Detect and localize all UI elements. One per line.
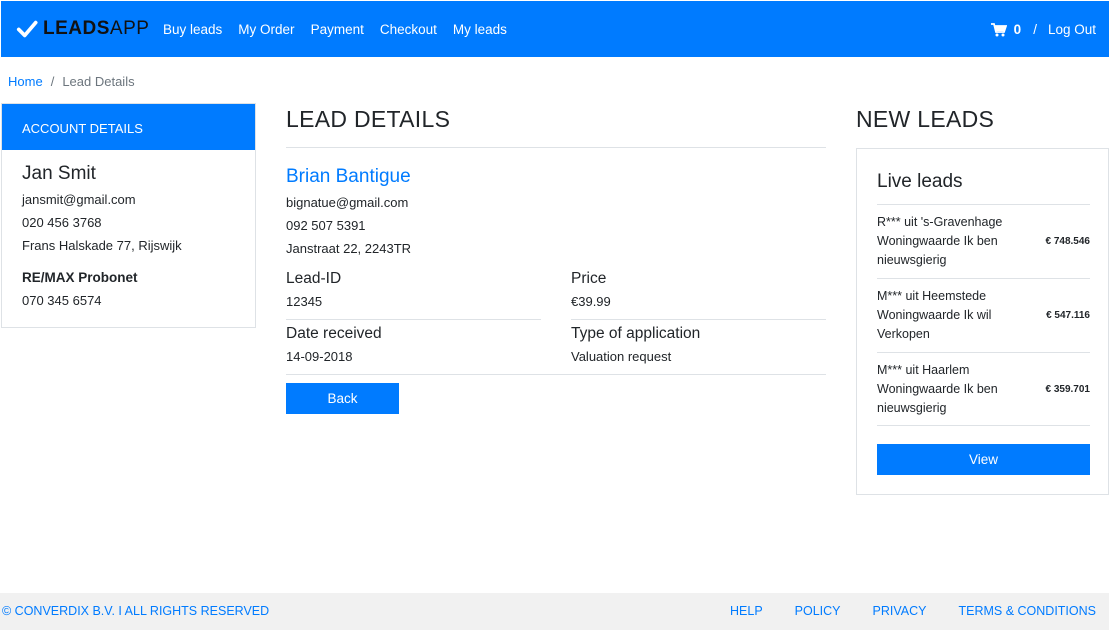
cart-icon[interactable] (990, 22, 1007, 37)
nav-buy-leads[interactable]: Buy leads (163, 22, 222, 37)
application-type-label: Type of application (571, 325, 701, 342)
account-company: RE/MAX Probonet (22, 270, 138, 285)
lead-info-grid: Lead-ID 12345 Price €39.99 (286, 265, 826, 320)
nav-checkout[interactable]: Checkout (380, 22, 437, 37)
live-leads-list: R*** uit 's-Gravenhage Woningwaarde Ik b… (877, 204, 1090, 426)
lead-id-cell: Lead-ID 12345 (286, 265, 541, 320)
brand-name-light: APP (109, 18, 150, 39)
price-value: €39.99 (571, 294, 611, 309)
live-lead-price: € 748.546 (1045, 236, 1091, 247)
divider (286, 147, 826, 148)
nav-payment[interactable]: Payment (311, 22, 364, 37)
breadcrumb-home[interactable]: Home (8, 74, 43, 89)
account-phone: 020 456 3768 (22, 215, 102, 230)
top-navbar: LEADS APP Buy leads My Order Payment Chec… (1, 1, 1109, 57)
price-label: Price (571, 270, 607, 287)
footer-link-help[interactable]: HELP (730, 604, 763, 618)
list-item[interactable]: R*** uit 's-Gravenhage Woningwaarde Ik b… (877, 204, 1090, 278)
back-button[interactable]: Back (286, 383, 399, 414)
breadcrumb-current: Lead Details (62, 74, 135, 89)
account-company-phone: 070 345 6574 (22, 293, 102, 308)
live-lead-text: M*** uit Haarlem Woningwaarde Ik ben nie… (877, 362, 998, 415)
price-cell: Price €39.99 (571, 265, 826, 320)
live-lead-price: € 359.701 (1045, 383, 1091, 395)
nav-my-order[interactable]: My Order (238, 22, 294, 37)
brand-logo[interactable]: LEADS APP (16, 18, 149, 40)
account-details-header: ACCOUNT DETAILS (2, 104, 255, 150)
lead-details-section: LEAD DETAILS Brian Bantigue bignatue@gma… (286, 103, 826, 414)
date-received-cell: Date received 14-09-2018 (286, 320, 541, 374)
live-lead-text: R*** uit 's-Gravenhage Woningwaarde Ik b… (877, 215, 1003, 267)
date-received-value: 14-09-2018 (286, 349, 353, 364)
list-item[interactable]: M*** uit Heemstede Woningwaarde Ik wil V… (877, 278, 1090, 352)
nav-right: 0 / Log Out (990, 22, 1096, 37)
lead-id-label: Lead-ID (286, 270, 342, 287)
nav-links: Buy leads My Order Payment Checkout My l… (163, 22, 523, 37)
footer-link-privacy[interactable]: PRIVACY (873, 604, 927, 618)
account-email: jansmit@gmail.com (22, 192, 136, 207)
account-details-body: Jan Smit jansmit@gmail.com 020 456 3768 … (2, 150, 255, 316)
brand-name-bold: LEADS (43, 18, 110, 39)
application-type-value: Valuation request (571, 349, 672, 364)
cart-count[interactable]: 0 (1014, 22, 1022, 37)
check-icon (16, 20, 38, 38)
logout-link[interactable]: Log Out (1048, 22, 1096, 37)
divider (286, 374, 826, 375)
view-button[interactable]: View (877, 444, 1090, 475)
account-name: Jan Smit (22, 163, 96, 184)
live-leads-title: Live leads (877, 171, 963, 192)
lead-id-value: 12345 (286, 294, 323, 309)
page-title: LEAD DETAILS (286, 106, 451, 132)
live-lead-text: M*** uit Heemstede Woningwaarde Ik wil V… (877, 289, 992, 341)
account-details-card: ACCOUNT DETAILS Jan Smit jansmit@gmail.c… (1, 103, 256, 328)
lead-address: Janstraat 22, 2243TR (286, 241, 412, 256)
breadcrumb-separator: / (50, 74, 55, 89)
live-lead-price: € 547.116 (1046, 310, 1090, 321)
live-leads-card: Live leads R*** uit 's-Gravenhage Woning… (856, 148, 1109, 495)
footer-link-terms[interactable]: TERMS & CONDITIONS (958, 604, 1096, 618)
footer: © CONVERDIX B.V. I ALL RIGHTS RESERVED H… (0, 593, 1109, 630)
nav-separator: / (1033, 22, 1037, 37)
nav-my-leads[interactable]: My leads (453, 22, 507, 37)
lead-name[interactable]: Brian Bantigue (286, 166, 826, 190)
account-address: Frans Halskade 77, Rijswijk (22, 238, 182, 253)
list-item[interactable]: M*** uit Haarlem Woningwaarde Ik ben nie… (877, 352, 1090, 426)
new-leads-title: NEW LEADS (856, 106, 995, 132)
lead-info-grid-row2: Date received 14-09-2018 Type of applica… (286, 320, 826, 374)
date-received-label: Date received (286, 325, 382, 342)
application-type-cell: Type of application Valuation request (571, 320, 826, 374)
footer-link-policy[interactable]: POLICY (795, 604, 841, 618)
footer-copyright: © CONVERDIX B.V. I ALL RIGHTS RESERVED (2, 604, 270, 618)
lead-phone: 092 507 5391 (286, 218, 366, 233)
footer-links: HELP POLICY PRIVACY TERMS & CONDITIONS (698, 604, 1096, 618)
lead-email: bignatue@gmail.com (286, 195, 409, 210)
breadcrumb: Home / Lead Details (8, 74, 135, 89)
